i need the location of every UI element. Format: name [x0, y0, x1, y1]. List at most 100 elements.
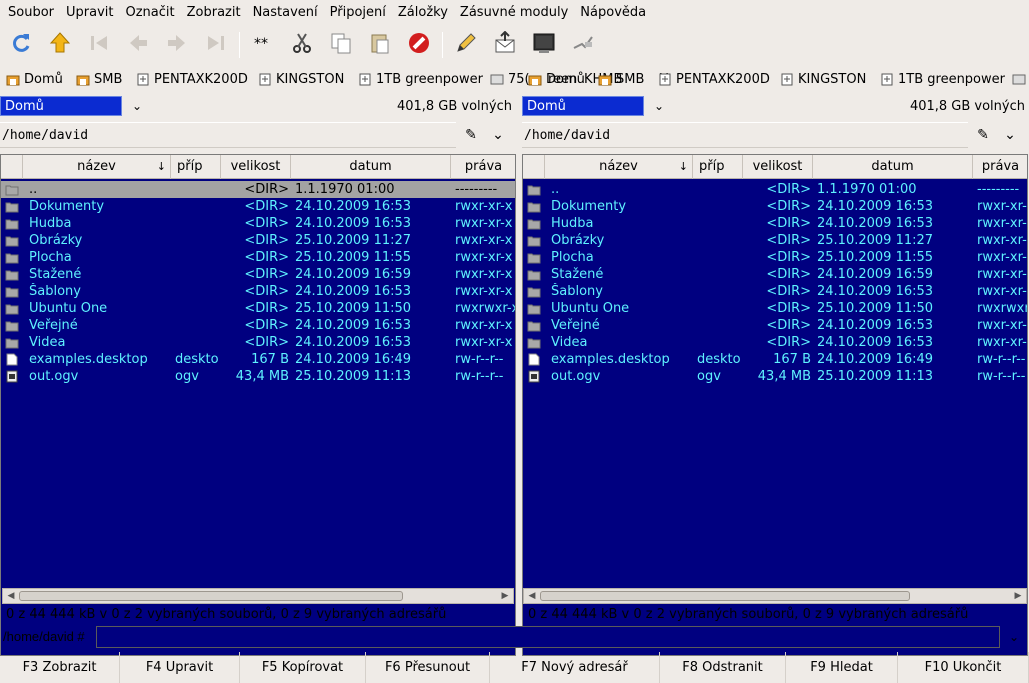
file-row[interactable]: .. <DIR> 1.1.1970 01:00 --------- — [523, 181, 1027, 198]
file-row[interactable]: Hudba <DIR> 24.10.2009 16:53 rwxr-xr-x — [1, 215, 515, 232]
column-header-2[interactable]: příp — [171, 155, 221, 179]
fkey-button[interactable]: F9 Hledat — [786, 652, 898, 683]
bookmark-item[interactable]: SMB — [76, 69, 122, 89]
terminal-button[interactable] — [529, 30, 559, 60]
fkey-button[interactable]: F8 Odstranit — [660, 652, 786, 683]
forward-button[interactable] — [162, 30, 192, 60]
bookmark-item[interactable]: 1TB greenpower — [880, 69, 1005, 89]
column-header-icon[interactable] — [1, 155, 23, 179]
bookmark-item[interactable]: KINGSTON — [258, 69, 344, 89]
menu-item[interactable]: Připojení — [324, 0, 392, 25]
file-row[interactable]: Videa <DIR> 24.10.2009 16:53 rwxr-xr-x — [523, 334, 1027, 351]
scroll-right-arrow-icon[interactable]: ▶ — [1012, 590, 1024, 602]
drive-select[interactable]: Domů — [522, 96, 644, 116]
menu-item[interactable]: Záložky — [392, 0, 454, 25]
bookmark-item[interactable]: 1TB greenpower — [358, 69, 483, 89]
file-row[interactable]: Dokumenty <DIR> 24.10.2009 16:53 rwxr-xr-x — [1, 198, 515, 215]
bookmark-item[interactable] — [1012, 69, 1029, 89]
path-field[interactable]: /home/david — [0, 122, 456, 148]
last-button[interactable] — [201, 30, 231, 60]
menu-item[interactable]: Zásuvné moduly — [454, 0, 574, 25]
edit-button[interactable] — [451, 30, 481, 60]
stop-button[interactable] — [404, 30, 434, 60]
left-hscrollbar[interactable]: ◀ ▶ — [2, 588, 514, 604]
drive-select[interactable]: Domů — [0, 96, 122, 116]
file-row[interactable]: Veřejné <DIR> 24.10.2009 16:53 rwxr-xr-x — [1, 317, 515, 334]
file-row[interactable]: examples.desktop desktop 167 B 24.10.2009 1… — [523, 351, 1027, 368]
chevron-down-icon[interactable]: ⌄ — [1004, 628, 1024, 646]
path-field[interactable]: /home/david — [522, 122, 968, 148]
file-row[interactable]: Ubuntu One <DIR> 25.10.2009 11:50 rwxrwxr-x — [523, 300, 1027, 317]
chevron-down-icon[interactable]: ⌄ — [648, 96, 670, 116]
back-button[interactable] — [123, 30, 153, 60]
file-list[interactable]: název ↓ příp velikost datum práva .. <DIR> 1.1.1… — [522, 154, 1028, 656]
column-header-3[interactable]: velikost — [221, 155, 291, 179]
path-edit-icon[interactable]: ✎ — [970, 127, 996, 143]
column-header-icon[interactable] — [523, 155, 545, 179]
column-header-2[interactable]: příp — [693, 155, 743, 179]
bookmark-item[interactable]: PENTAXK200D — [136, 69, 248, 89]
file-row[interactable]: out.ogv ogv 43,4 MB 25.10.2009 11:13 rw-r--r… — [1, 368, 515, 385]
home-up-button[interactable] — [45, 30, 75, 60]
menu-item[interactable]: Nápověda — [574, 0, 652, 25]
fkey-button[interactable]: F3 Zobrazit — [0, 652, 120, 683]
cut-button[interactable] — [287, 30, 317, 60]
file-row[interactable]: Šablony <DIR> 24.10.2009 16:53 rwxr-xr-x — [523, 283, 1027, 300]
file-row[interactable]: Stažené <DIR> 24.10.2009 16:59 rwxr-xr-x — [1, 266, 515, 283]
column-header-3[interactable]: velikost — [743, 155, 813, 179]
file-row[interactable]: Obrázky <DIR> 25.10.2009 11:27 rwxr-xr-x — [523, 232, 1027, 249]
right-hscrollbar[interactable]: ◀ ▶ — [523, 588, 1027, 604]
chevron-down-icon[interactable]: ⌄ — [996, 127, 1024, 143]
menu-item[interactable]: Soubor — [2, 0, 60, 25]
bookmark-item[interactable]: Domů — [528, 69, 585, 89]
fkey-button[interactable]: F7 Nový adresář — [490, 652, 660, 683]
menu-item[interactable]: Označit — [119, 0, 180, 25]
scroll-thumb[interactable] — [540, 591, 910, 601]
first-button[interactable] — [84, 30, 114, 60]
scroll-thumb[interactable] — [19, 591, 403, 601]
file-row[interactable]: Hudba <DIR> 24.10.2009 16:53 rwxr-xr-x — [523, 215, 1027, 232]
paste-button[interactable] — [365, 30, 395, 60]
file-row[interactable]: Plocha <DIR> 25.10.2009 11:55 rwxr-xr-x — [1, 249, 515, 266]
scroll-left-arrow-icon[interactable]: ◀ — [526, 590, 538, 602]
file-row[interactable]: out.ogv ogv 43,4 MB 25.10.2009 11:13 rw-r--r… — [523, 368, 1027, 385]
column-header-5[interactable]: práva — [451, 155, 515, 179]
chevron-down-icon[interactable]: ⌄ — [484, 127, 512, 143]
file-row[interactable]: Šablony <DIR> 24.10.2009 16:53 rwxr-xr-x — [1, 283, 515, 300]
column-header-4[interactable]: datum — [813, 155, 973, 179]
scroll-right-arrow-icon[interactable]: ▶ — [499, 590, 511, 602]
fkey-button[interactable]: F4 Upravit — [120, 652, 240, 683]
file-row[interactable]: Plocha <DIR> 25.10.2009 11:55 rwxr-xr-x — [523, 249, 1027, 266]
column-header-1[interactable]: název ↓ — [23, 155, 171, 179]
column-header-4[interactable]: datum — [291, 155, 451, 179]
refresh-button[interactable] — [6, 30, 36, 60]
file-row[interactable]: Obrázky <DIR> 25.10.2009 11:27 rwxr-xr-x — [1, 232, 515, 249]
select-all-button[interactable]: ** — [248, 30, 278, 60]
column-header-5[interactable]: práva — [973, 155, 1027, 179]
fkey-button[interactable]: F10 Ukončit — [898, 652, 1029, 683]
file-row[interactable]: Dokumenty <DIR> 24.10.2009 16:53 rwxr-xr-x — [523, 198, 1027, 215]
bookmark-item[interactable]: PENTAXK200D — [658, 69, 770, 89]
scroll-left-arrow-icon[interactable]: ◀ — [5, 590, 17, 602]
chevron-down-icon[interactable]: ⌄ — [126, 96, 148, 116]
fkey-button[interactable]: F6 Přesunout — [366, 652, 490, 683]
bookmark-item[interactable]: SMB — [598, 69, 644, 89]
file-row[interactable]: Ubuntu One <DIR> 25.10.2009 11:50 rwxrwxr-x — [1, 300, 515, 317]
menu-item[interactable]: Upravit — [60, 0, 119, 25]
file-row[interactable]: .. <DIR> 1.1.1970 01:00 --------- — [1, 181, 515, 198]
mail-button[interactable] — [490, 30, 520, 60]
column-header-1[interactable]: název ↓ — [545, 155, 693, 179]
bookmark-item[interactable]: Domů — [6, 69, 63, 89]
bookmark-item[interactable]: 75( — [490, 69, 530, 89]
bookmark-item[interactable]: KINGSTON — [780, 69, 866, 89]
copy-button[interactable] — [326, 30, 356, 60]
file-list[interactable]: název ↓ příp velikost datum práva .. <DIR> 1.1.1… — [0, 154, 516, 656]
path-edit-icon[interactable]: ✎ — [458, 127, 484, 143]
command-input[interactable] — [96, 626, 1000, 648]
file-row[interactable]: Veřejné <DIR> 24.10.2009 16:53 rwxr-xr-x — [523, 317, 1027, 334]
menu-item[interactable]: Nastavení — [247, 0, 324, 25]
connect-button[interactable] — [568, 30, 598, 60]
fkey-button[interactable]: F5 Kopírovat — [240, 652, 366, 683]
menu-item[interactable]: Zobrazit — [181, 0, 247, 25]
file-row[interactable]: Stažené <DIR> 24.10.2009 16:59 rwxr-xr-x — [523, 266, 1027, 283]
